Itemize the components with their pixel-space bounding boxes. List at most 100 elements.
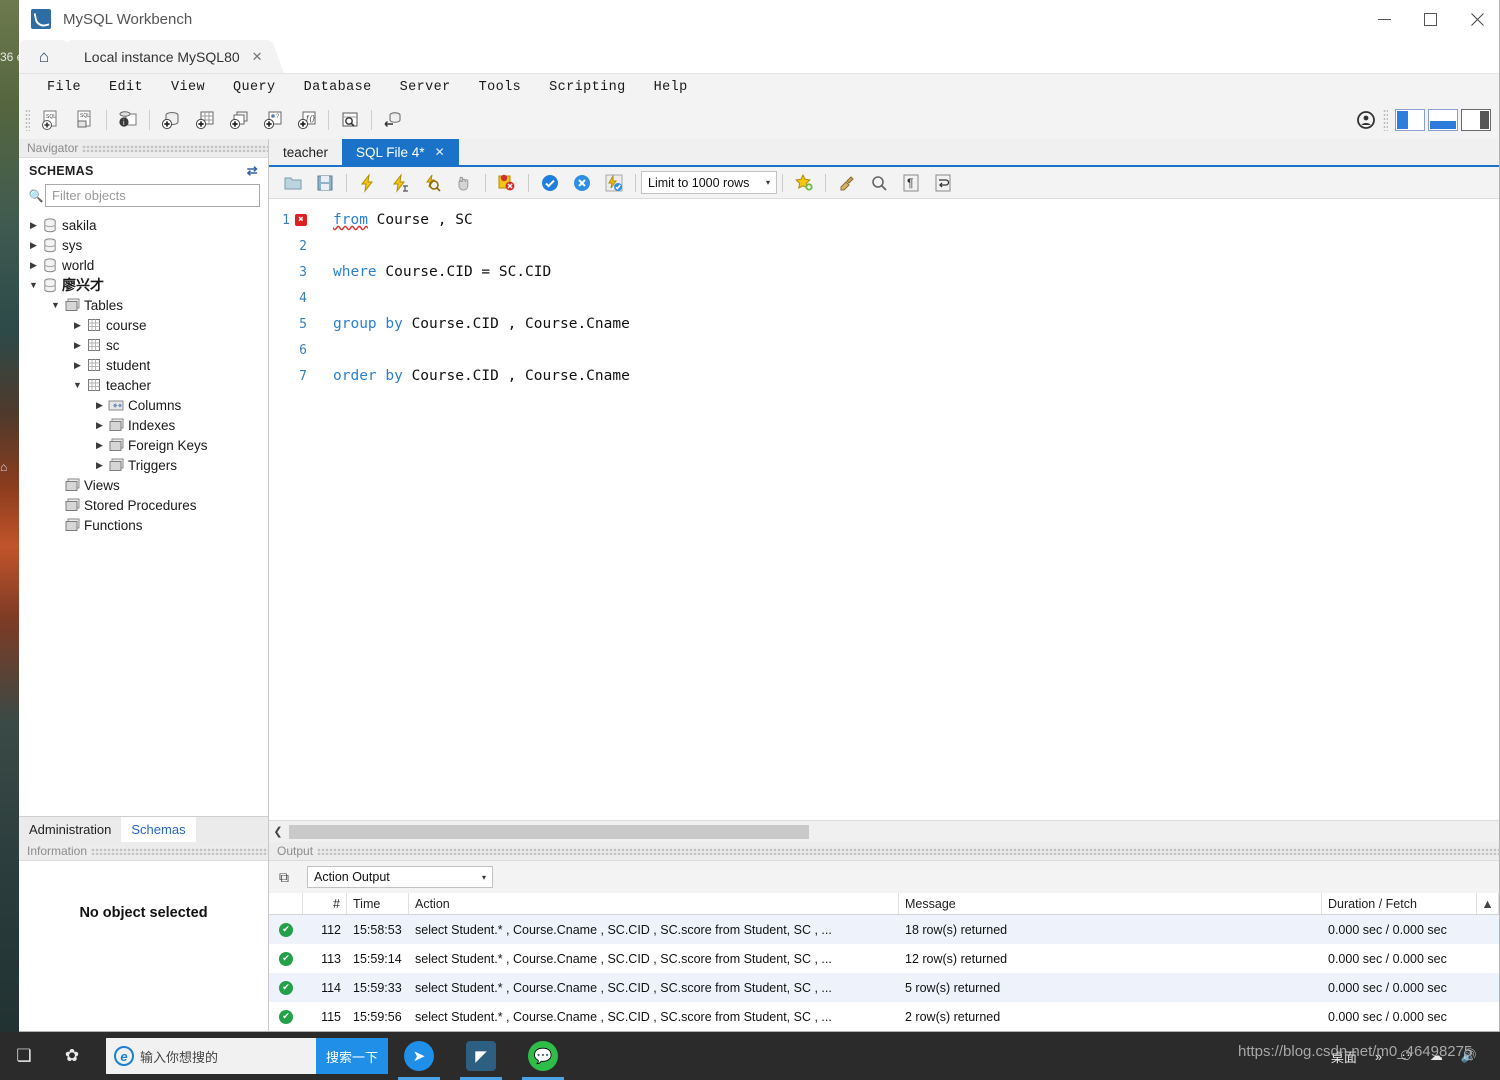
- close-button[interactable]: [1453, 0, 1499, 38]
- connection-info-icon[interactable]: i: [111, 104, 145, 136]
- volume-icon[interactable]: 🔊: [1452, 1048, 1486, 1064]
- expand-arrow-icon[interactable]: ▶: [93, 440, 106, 451]
- limit-rows-dropdown[interactable]: Limit to 1000 rows ▾: [641, 171, 777, 194]
- tree-node-sys[interactable]: ▶ sys: [19, 235, 268, 255]
- menu-help[interactable]: Help: [640, 80, 702, 95]
- toolbar-grip[interactable]: [25, 109, 30, 131]
- tree-node-triggers[interactable]: ▶ Triggers: [19, 455, 268, 475]
- toggle-sidebar-icon[interactable]: [1395, 109, 1425, 131]
- expand-arrow-icon[interactable]: ▶: [93, 460, 106, 471]
- collapse-arrow-icon[interactable]: ▼: [27, 280, 40, 290]
- autocommit-icon[interactable]: [598, 169, 630, 197]
- tree-node-tables[interactable]: ▼ Tables: [19, 295, 268, 315]
- connection-tab-close-icon[interactable]: ✕: [252, 49, 263, 65]
- code-line[interactable]: [313, 233, 1499, 259]
- tree-node-foreign-keys[interactable]: ▶ Foreign Keys: [19, 435, 268, 455]
- maximize-button[interactable]: [1407, 0, 1453, 38]
- tree-node-廖兴才[interactable]: ▼ 廖兴才: [19, 275, 268, 295]
- search-data-icon[interactable]: [333, 104, 367, 136]
- tree-node-teacher[interactable]: ▼ teacher: [19, 375, 268, 395]
- open-file-icon[interactable]: [277, 169, 309, 197]
- tree-node-stored-procedures[interactable]: ▶ Stored Procedures: [19, 495, 268, 515]
- panel-toggle-grip[interactable]: [1383, 109, 1388, 131]
- sql-code-editor[interactable]: 1 ✖ 2 3 4 5 6 7 from Course , SC where Course.CI…: [269, 199, 1499, 820]
- expand-arrow-icon[interactable]: ▶: [71, 320, 84, 331]
- editor-horizontal-scrollbar[interactable]: ❮: [269, 820, 1499, 842]
- code-line[interactable]: [313, 337, 1499, 363]
- server-status-icon[interactable]: [1349, 104, 1383, 136]
- desktop-shortcut-icon[interactable]: ⌂: [0, 460, 14, 474]
- cortana-icon[interactable]: ✿: [48, 1032, 96, 1080]
- editor-tab-close-icon[interactable]: ✕: [435, 145, 445, 159]
- expand-arrow-icon[interactable]: ▶: [71, 360, 84, 371]
- tree-node-indexes[interactable]: ▶ Indexes: [19, 415, 268, 435]
- code-line[interactable]: group by Course.CID , Course.Cname: [313, 311, 1499, 337]
- editor-tab-teacher[interactable]: teacher: [269, 139, 342, 165]
- expand-arrow-icon[interactable]: ▶: [93, 400, 106, 411]
- editor-code-content[interactable]: from Course , SC where Course.CID = SC.CI…: [313, 199, 1499, 820]
- stop-icon[interactable]: [448, 169, 480, 197]
- taskbar-app-workbench[interactable]: ◤: [450, 1032, 512, 1080]
- create-procedure-icon[interactable]: ?: [256, 104, 290, 136]
- toggle-secondary-sidebar-icon[interactable]: [1461, 109, 1491, 131]
- menu-database[interactable]: Database: [290, 80, 386, 95]
- menu-query[interactable]: Query: [219, 80, 290, 95]
- sidebar-tab-administration[interactable]: Administration: [19, 817, 121, 842]
- expand-arrow-icon[interactable]: ▶: [27, 220, 40, 231]
- code-line[interactable]: where Course.CID = SC.CID: [313, 259, 1499, 285]
- expand-arrow-icon[interactable]: ▶: [27, 260, 40, 271]
- tree-node-world[interactable]: ▶ world: [19, 255, 268, 275]
- tree-node-student[interactable]: ▶ student: [19, 355, 268, 375]
- tree-node-sakila[interactable]: ▶ sakila: [19, 215, 268, 235]
- create-function-icon[interactable]: ƒ(): [290, 104, 324, 136]
- task-view-icon[interactable]: ❏: [0, 1032, 48, 1080]
- table-row[interactable]: ✔ 112 15:58:53 select Student.* , Course.Cn…: [269, 915, 1499, 944]
- filter-objects-input[interactable]: [45, 184, 260, 207]
- scroll-up-icon[interactable]: ▲: [1477, 893, 1499, 914]
- collapse-arrow-icon[interactable]: ▼: [71, 380, 84, 390]
- find-icon[interactable]: [863, 169, 895, 197]
- menu-view[interactable]: View: [157, 80, 219, 95]
- onedrive-icon[interactable]: ☁: [1421, 1048, 1452, 1064]
- code-line[interactable]: [313, 285, 1499, 311]
- output-rows[interactable]: ✔ 112 15:58:53 select Student.* , Course.Cn…: [269, 915, 1499, 1031]
- minimize-button[interactable]: [1361, 0, 1407, 38]
- home-tab[interactable]: ⌂: [20, 40, 68, 73]
- sidebar-tab-schemas[interactable]: Schemas: [121, 817, 196, 842]
- scrollbar-thumb[interactable]: [289, 824, 809, 839]
- copy-icon[interactable]: ⧉: [279, 869, 299, 886]
- scroll-left-icon[interactable]: ❮: [269, 825, 287, 838]
- people-icon[interactable]: ⚇: [1391, 1048, 1421, 1064]
- save-file-icon[interactable]: [309, 169, 341, 197]
- taskbar-app-blue-bird[interactable]: ➤: [388, 1032, 450, 1080]
- tree-node-functions[interactable]: ▶ Functions: [19, 515, 268, 535]
- code-line[interactable]: order by Course.CID , Course.Cname: [313, 363, 1499, 389]
- output-view-dropdown[interactable]: Action Output ▾: [307, 866, 493, 888]
- connection-tab-local-instance[interactable]: Local instance MySQL80 ✕: [66, 40, 284, 73]
- save-snippet-icon[interactable]: [788, 169, 820, 197]
- open-sql-script-icon[interactable]: SQL: [68, 104, 102, 136]
- search-input-box[interactable]: e 输入你想搜的: [106, 1038, 316, 1074]
- toggle-output-icon[interactable]: [1428, 109, 1458, 131]
- new-sql-tab-icon[interactable]: SQL: [34, 104, 68, 136]
- overflow-icon[interactable]: »: [1366, 1049, 1391, 1064]
- expand-arrow-icon[interactable]: ▶: [71, 340, 84, 351]
- tree-node-views[interactable]: ▶ Views: [19, 475, 268, 495]
- schema-tree[interactable]: ▶ sakila ▶ sys ▶ world ▼ 廖兴才 ▼ Tables ▶ course ▶ sc ▶ s…: [19, 213, 268, 816]
- menu-scripting[interactable]: Scripting: [535, 80, 640, 95]
- refresh-icon[interactable]: ⇄: [247, 163, 258, 179]
- code-line[interactable]: from Course , SC: [313, 207, 1499, 233]
- menu-tools[interactable]: Tools: [465, 80, 536, 95]
- expand-arrow-icon[interactable]: ▶: [93, 420, 106, 431]
- menu-file[interactable]: File: [33, 80, 95, 95]
- create-table-icon[interactable]: [188, 104, 222, 136]
- table-row[interactable]: ✔ 114 15:59:33 select Student.* , Course.Cn…: [269, 973, 1499, 1002]
- tree-node-course[interactable]: ▶ course: [19, 315, 268, 335]
- reconnect-server-icon[interactable]: [376, 104, 410, 136]
- create-schema-icon[interactable]: [154, 104, 188, 136]
- menu-edit[interactable]: Edit: [95, 80, 157, 95]
- editor-tab-sql-file-4[interactable]: SQL File 4* ✕: [342, 139, 459, 165]
- toggle-invisible-chars-icon[interactable]: ¶: [895, 169, 927, 197]
- create-view-icon[interactable]: [222, 104, 256, 136]
- taskbar-search[interactable]: e 输入你想搜的 搜索一下: [106, 1038, 388, 1074]
